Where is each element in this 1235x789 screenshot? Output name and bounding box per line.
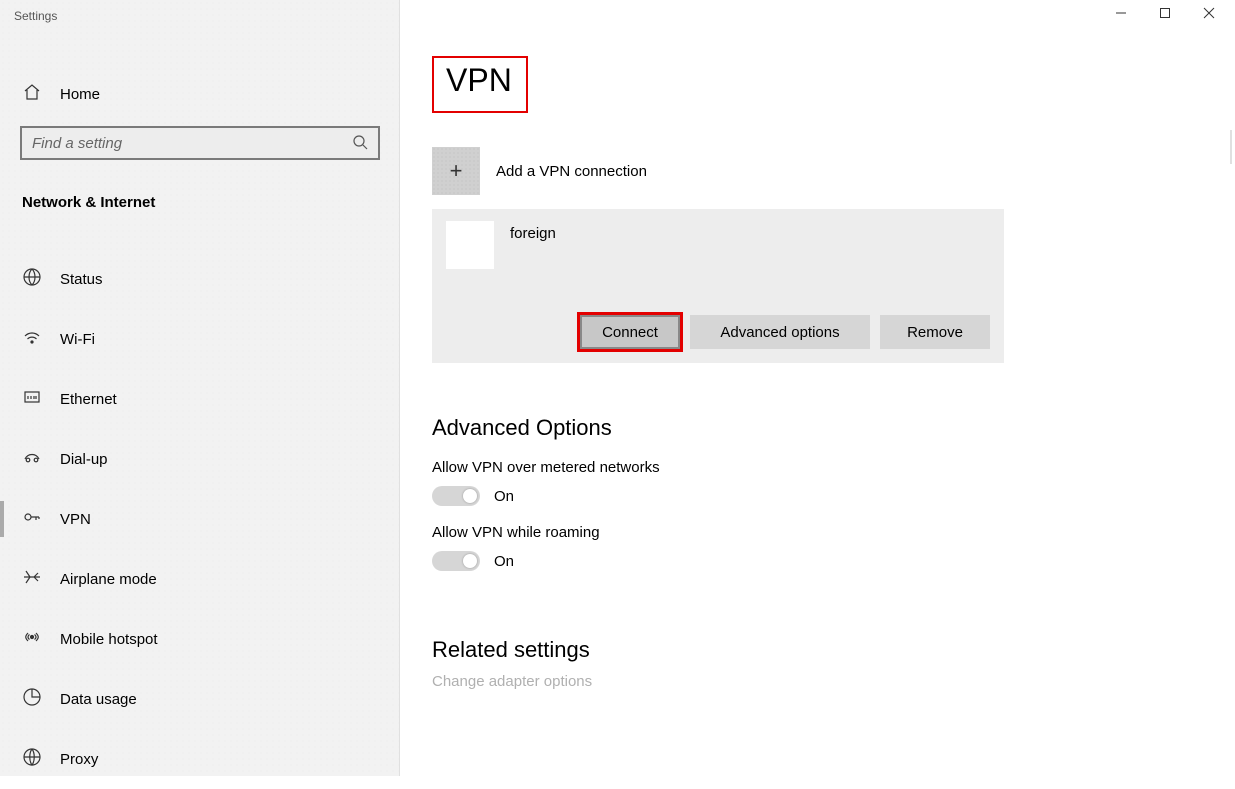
metered-label: Allow VPN over metered networks	[432, 459, 1215, 476]
sidebar-item-label: Status	[60, 271, 103, 288]
sidebar-item-label: Ethernet	[60, 391, 117, 408]
sidebar-item-label: Dial-up	[60, 451, 108, 468]
sidebar-item-wifi[interactable]: Wi-Fi	[0, 309, 399, 369]
vpn-connection-card[interactable]: foreign Connect Advanced options Remove	[432, 209, 1004, 363]
sidebar-item-ethernet[interactable]: Ethernet	[0, 369, 399, 429]
main-panel: VPN + Add a VPN connection foreign Conne…	[400, 0, 1235, 776]
sidebar-item-dialup[interactable]: Dial-up	[0, 429, 399, 489]
advanced-options-title: Advanced Options	[432, 415, 1215, 441]
sidebar-item-label: Airplane mode	[60, 571, 157, 588]
search-field[interactable]	[20, 126, 380, 160]
sidebar-item-label: VPN	[60, 511, 91, 528]
close-button[interactable]	[1203, 6, 1215, 22]
advanced-options-button[interactable]: Advanced options	[690, 315, 870, 349]
sidebar-item-label: Data usage	[60, 691, 137, 708]
wifi-icon	[22, 327, 42, 351]
sidebar-item-hotspot[interactable]: Mobile hotspot	[0, 609, 399, 669]
vpn-connection-icon	[446, 221, 494, 269]
plus-icon: +	[432, 147, 480, 195]
search-input[interactable]	[32, 135, 352, 152]
hotspot-icon	[22, 627, 42, 651]
home-icon	[22, 82, 42, 106]
roaming-toggle[interactable]	[432, 551, 480, 571]
minimize-button[interactable]	[1115, 6, 1127, 22]
related-settings-title: Related settings	[432, 637, 1215, 663]
sidebar-item-proxy[interactable]: Proxy	[0, 729, 399, 789]
window-title: Settings	[0, 0, 399, 32]
sidebar-item-home[interactable]: Home	[0, 72, 399, 116]
selection-indicator	[0, 501, 4, 537]
metered-toggle[interactable]	[432, 486, 480, 506]
sidebar-item-vpn[interactable]: VPN	[0, 489, 399, 549]
add-vpn-label: Add a VPN connection	[496, 163, 647, 180]
toggle-knob	[463, 489, 477, 503]
sidebar: Settings Home Network & Internet	[0, 0, 400, 776]
home-label: Home	[60, 86, 100, 103]
sidebar-item-label: Mobile hotspot	[60, 631, 158, 648]
sidebar-item-label: Proxy	[60, 751, 98, 768]
roaming-state: On	[494, 553, 514, 570]
remove-button[interactable]: Remove	[880, 315, 990, 349]
globe-icon	[22, 267, 42, 291]
roaming-label: Allow VPN while roaming	[432, 524, 1215, 541]
change-adapter-link[interactable]: Change adapter options	[432, 673, 1215, 690]
proxy-icon	[22, 747, 42, 771]
search-icon	[352, 134, 368, 153]
sidebar-item-status[interactable]: Status	[0, 249, 399, 309]
ethernet-icon	[22, 387, 42, 411]
sidebar-item-datausage[interactable]: Data usage	[0, 669, 399, 729]
sidebar-nav: Status Wi-Fi Ethernet Dial-up	[0, 249, 399, 789]
window-controls	[1115, 6, 1229, 22]
maximize-button[interactable]	[1159, 6, 1171, 22]
vpn-connection-name: foreign	[510, 225, 556, 242]
add-vpn-connection[interactable]: + Add a VPN connection	[432, 147, 1215, 195]
sidebar-category: Network & Internet	[0, 170, 399, 221]
metered-state: On	[494, 488, 514, 505]
airplane-icon	[22, 567, 42, 591]
toggle-knob	[463, 554, 477, 568]
sidebar-item-label: Wi-Fi	[60, 331, 95, 348]
dialup-icon	[22, 447, 42, 471]
datausage-icon	[22, 687, 42, 711]
connect-button[interactable]: Connect	[580, 315, 680, 349]
page-title: VPN	[432, 56, 528, 113]
vpn-icon	[22, 507, 42, 531]
sidebar-item-airplane[interactable]: Airplane mode	[0, 549, 399, 609]
scrollbar[interactable]	[1230, 130, 1232, 164]
